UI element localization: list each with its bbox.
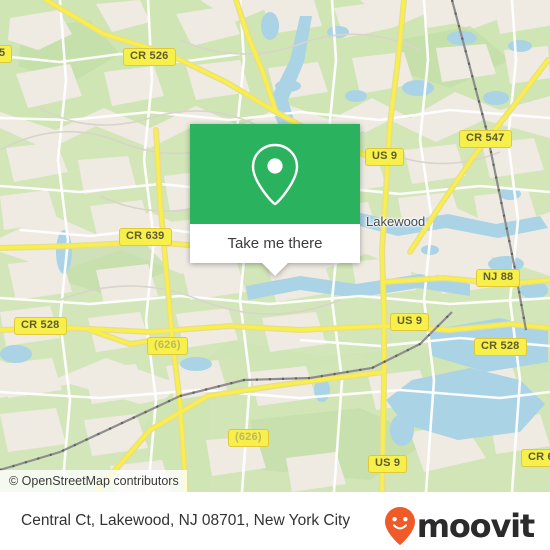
moovit-wordmark: moovit (416, 507, 535, 545)
road-shield-edge-left: 5 (0, 45, 13, 63)
road-shield-cr6-edge: CR 6 (521, 449, 550, 467)
road-shield-us9-mid: US 9 (390, 313, 430, 331)
popup-pointer (262, 263, 288, 276)
popup-action-bar[interactable]: Take me there (190, 224, 360, 276)
map-pin-icon (247, 141, 303, 207)
osm-attribution[interactable]: © OpenStreetMap contributors (0, 470, 187, 492)
map-canvas[interactable]: Lakewood CR 526 5 CR 547 US 9 CR 639 NJ … (0, 0, 550, 492)
map-screenshot-root: Lakewood CR 526 5 CR 547 US 9 CR 639 NJ … (0, 0, 550, 550)
road-shield-cr639: CR 639 (119, 228, 172, 246)
destination-popup[interactable]: Take me there (190, 124, 360, 276)
moovit-logo[interactable]: moovit (384, 506, 535, 546)
road-shield-cr526: CR 526 (123, 48, 176, 66)
popup-image-panel (190, 124, 360, 224)
road-shield-nj88: NJ 88 (476, 269, 521, 287)
road-shield-cr547: CR 547 (459, 130, 512, 148)
footer-bar: Central Ct, Lakewood, NJ 08701, New York… (0, 492, 550, 550)
road-shield-us9-south: US 9 (368, 455, 408, 473)
moovit-smiling-pin-icon (384, 507, 415, 545)
road-shield-cr528-west: CR 528 (14, 317, 67, 335)
road-shield-cr528-east: CR 528 (474, 338, 527, 356)
road-shield-us9-north: US 9 (365, 148, 405, 166)
city-label-lakewood: Lakewood (366, 214, 426, 229)
road-shield-626-upper: (626) (147, 337, 188, 355)
road-shield-626-lower: (626) (228, 429, 269, 447)
address-label: Central Ct, Lakewood, NJ 08701, New York… (21, 512, 351, 529)
take-me-there-label: Take me there (227, 235, 323, 252)
